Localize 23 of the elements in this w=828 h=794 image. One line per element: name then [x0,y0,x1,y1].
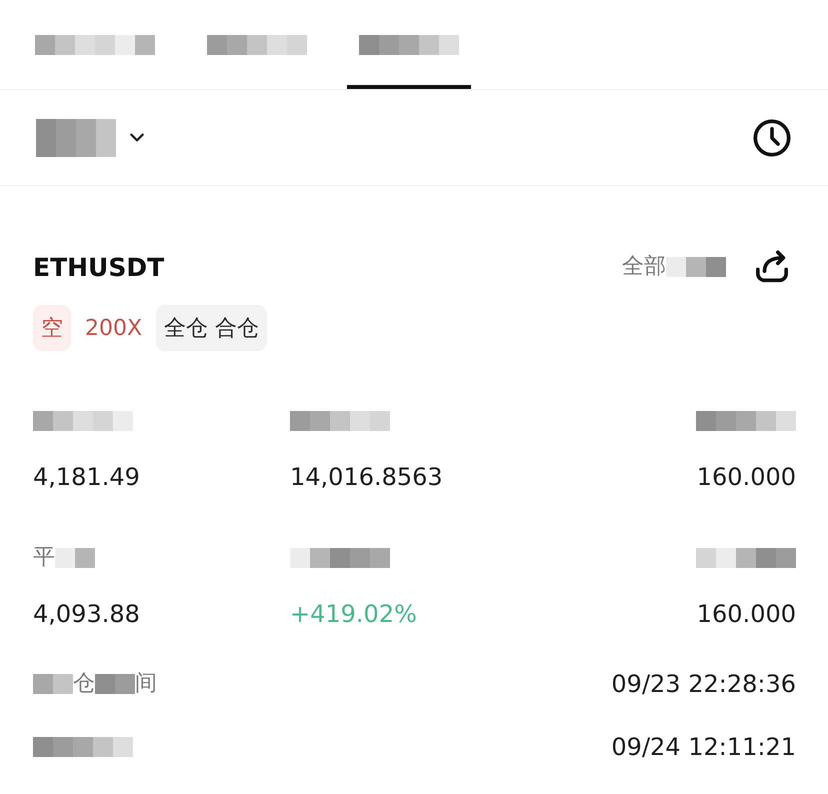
symbol-title: ETHUSDT [33,252,164,282]
clock-icon[interactable] [752,118,792,158]
pixelated-text-drawing [95,674,135,694]
stat-value: 4,181.49 [33,462,140,493]
stat-value: 14,016.8563 [290,462,443,493]
label-text: 仓 [73,670,95,698]
pixelated-text-drawing [55,548,95,568]
action-label: 全部 [622,253,666,281]
stat-value: 160.000 [696,462,796,493]
label-text: 间 [135,670,157,698]
filter-dropdown[interactable] [36,118,144,156]
stat-value: +419.02% [290,599,417,630]
time-value: 09/24 12:11:21 [611,732,796,763]
leverage-text: 200X [84,314,144,342]
margin-mode-badge: 全仓 合仓 [156,305,268,351]
stat-value: 160.000 [696,599,796,630]
label-text: 平 [33,544,55,572]
side-badge: 空 [33,305,71,351]
time-value: 09/23 22:28:36 [611,669,796,700]
caret-icon [130,133,144,142]
pixelated-text-drawing [33,674,73,694]
pixelated-text-drawing [666,257,726,277]
stat-value: 4,093.88 [33,599,140,630]
